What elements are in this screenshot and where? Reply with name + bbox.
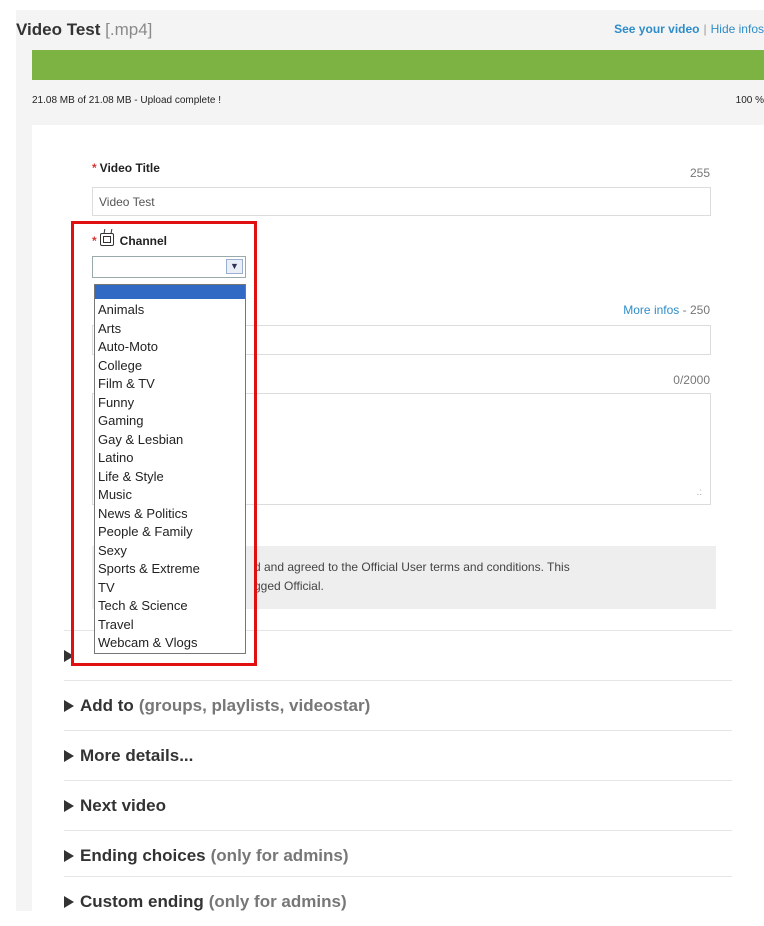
- video-title-input-value: Video Test: [99, 194, 155, 209]
- terms-notice-line1: d and agreed to the Official User terms …: [254, 560, 570, 574]
- section-add-to-note: (groups, playlists, videostar): [138, 695, 371, 715]
- upload-status-text: 21.08 MB of 21.08 MB - Upload complete !: [32, 95, 221, 106]
- section-add-to-label: Add to: [80, 695, 134, 715]
- section-custom-ending-label: Custom ending: [80, 891, 204, 911]
- video-title-label: * Video Title: [92, 161, 160, 175]
- section-ending-choices-note: (only for admins): [210, 845, 349, 865]
- section-custom-ending[interactable]: Custom ending (only for admins): [64, 876, 732, 926]
- description-char-count: 0/2000: [673, 373, 710, 387]
- expand-triangle-icon: [64, 799, 74, 812]
- more-infos-link[interactable]: More infos: [623, 303, 679, 317]
- link-separator: |: [703, 22, 707, 36]
- expand-triangle-icon: [64, 749, 74, 762]
- hide-infos-link[interactable]: Hide infos: [711, 22, 764, 36]
- upload-percent: 100 %: [735, 95, 764, 106]
- video-extension: [.mp4]: [105, 20, 153, 39]
- section-add-to[interactable]: Add to (groups, playlists, videostar): [64, 680, 732, 730]
- header-links: See your video | Hide infos: [614, 22, 764, 36]
- section-next-video[interactable]: Next video: [64, 780, 732, 830]
- video-title-input[interactable]: Video Test: [92, 187, 711, 216]
- section-custom-ending-note: (only for admins): [208, 891, 347, 911]
- upload-progress-bar: [32, 50, 764, 80]
- expand-triangle-icon: [64, 699, 74, 712]
- video-title-label-text: Video Title: [99, 161, 160, 175]
- video-title-char-count: 255: [689, 166, 710, 180]
- upload-page: Video Test [.mp4] See your video | Hide in…: [0, 0, 764, 911]
- expand-triangle-icon: [64, 895, 74, 908]
- red-highlight-box: [71, 221, 257, 666]
- section-more-details-label: More details...: [80, 745, 194, 765]
- see-your-video-link[interactable]: See your video: [614, 22, 699, 36]
- section-ending-choices-label: Ending choices: [80, 845, 206, 865]
- expand-triangle-icon: [64, 849, 74, 862]
- tags-char-count: - 250: [682, 303, 710, 317]
- section-ending-choices[interactable]: Ending choices (only for admins): [64, 830, 732, 880]
- resize-handle-icon[interactable]: .:: [696, 487, 702, 498]
- section-more-details[interactable]: More details...: [64, 730, 732, 780]
- required-marker: *: [92, 161, 97, 175]
- terms-notice-line2: gged Official.: [254, 579, 324, 593]
- video-title-text: Video Test: [16, 20, 101, 39]
- section-next-video-label: Next video: [80, 795, 166, 815]
- tags-count-area: More infos - 250: [623, 303, 710, 317]
- video-title-heading: Video Test [.mp4]: [16, 20, 152, 40]
